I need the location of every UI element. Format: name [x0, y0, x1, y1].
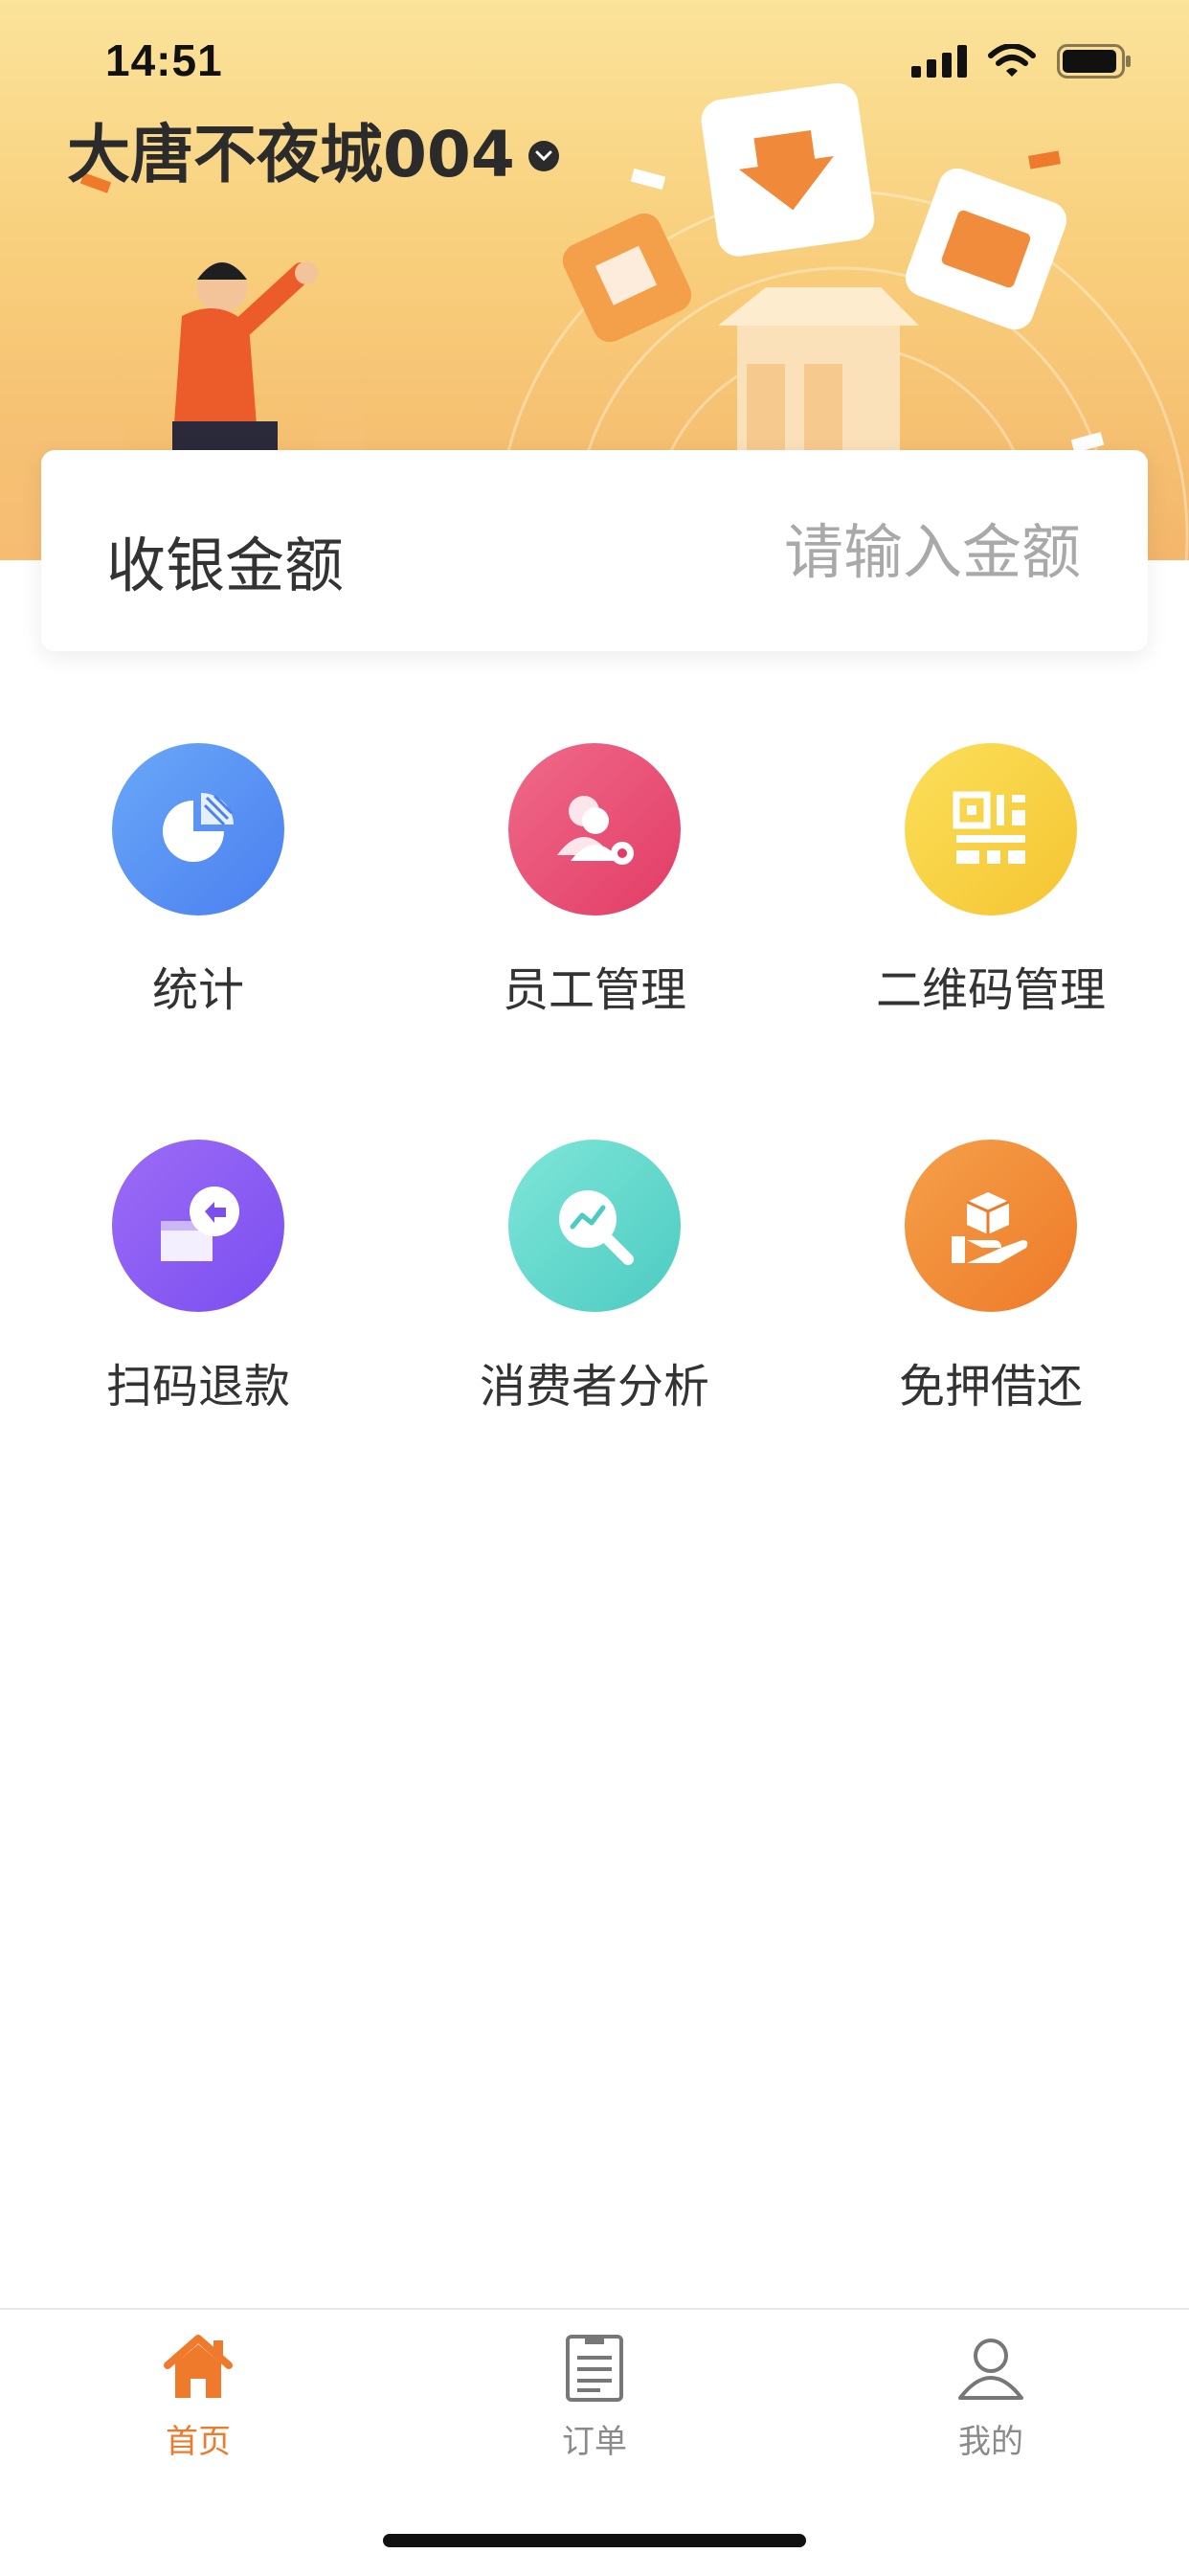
- status-icons: [911, 44, 1132, 79]
- amount-card: 收银金额: [41, 450, 1148, 651]
- qr-code-icon: [905, 743, 1077, 915]
- menu-item-label: 统计: [151, 963, 244, 1017]
- tab-orders[interactable]: 订单: [480, 2329, 709, 2473]
- battery-icon: [1057, 44, 1131, 79]
- menu-item-consumer-analysis[interactable]: 消费者分析: [396, 1140, 793, 1456]
- store-selector[interactable]: 大唐不夜城004: [67, 103, 559, 195]
- menu-item-label: 员工管理: [502, 963, 686, 1017]
- cellular-signal-icon: [911, 45, 967, 78]
- amount-label: 收银金额: [106, 531, 345, 600]
- menu-item-staff[interactable]: 员工管理: [396, 743, 793, 1059]
- refund-icon: [112, 1140, 284, 1312]
- menu-item-label: 扫码退款: [105, 1360, 290, 1413]
- amount-input[interactable]: [581, 500, 1083, 603]
- home-indicator: [383, 2534, 806, 2547]
- menu-item-label: 二维码管理: [875, 963, 1106, 1017]
- menu-item-label: 免押借还: [898, 1360, 1083, 1413]
- tab-label: 订单: [562, 2423, 627, 2461]
- user-icon: [958, 2339, 1023, 2400]
- menu-item-statistics[interactable]: 统计: [0, 743, 396, 1059]
- order-list-icon: [566, 2335, 623, 2402]
- analysis-search-icon: [508, 1140, 681, 1312]
- home-icon: [164, 2335, 233, 2398]
- box-hand-icon: [905, 1140, 1077, 1312]
- wifi-icon: [988, 44, 1036, 77]
- tab-label: 我的: [958, 2423, 1023, 2461]
- status-time: 14:51: [105, 35, 223, 85]
- staff-settings-icon: [508, 743, 681, 915]
- menu-item-label: 消费者分析: [479, 1360, 709, 1413]
- tab-label: 首页: [166, 2423, 231, 2461]
- store-name: 大唐不夜城004: [67, 118, 515, 192]
- pie-chart-icon: [112, 743, 284, 915]
- chevron-down-icon: [527, 141, 559, 171]
- tab-home[interactable]: 首页: [83, 2329, 313, 2473]
- menu-item-refund[interactable]: 扫码退款: [0, 1140, 396, 1456]
- menu-item-qr-code[interactable]: 二维码管理: [793, 743, 1189, 1059]
- menu-item-deposit-free[interactable]: 免押借还: [793, 1140, 1189, 1456]
- tab-profile[interactable]: 我的: [876, 2329, 1106, 2473]
